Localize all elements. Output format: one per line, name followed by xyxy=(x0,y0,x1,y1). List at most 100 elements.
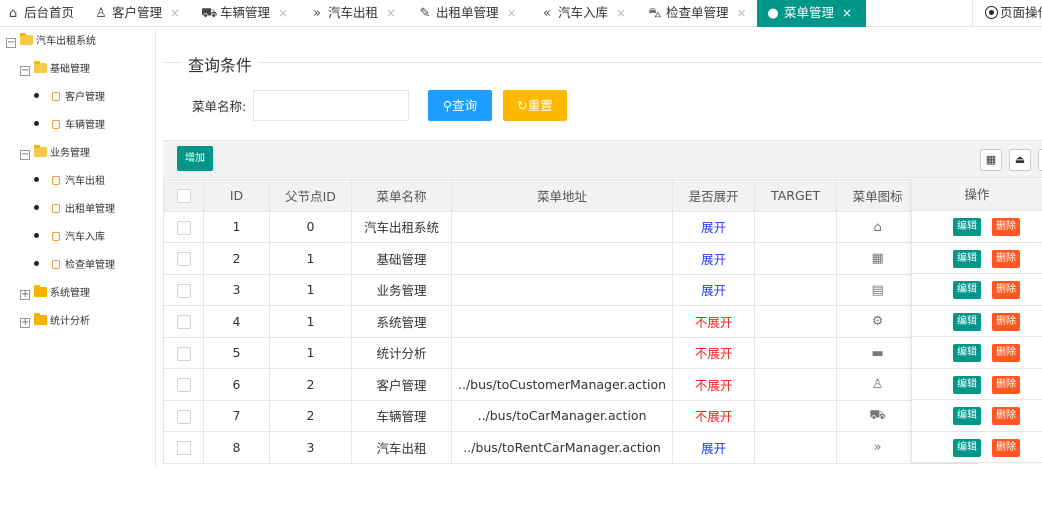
tree-node-root[interactable]: − 汽车出租系统 xyxy=(6,33,96,51)
edit-button[interactable]: 编辑 xyxy=(953,281,981,299)
tab-rent-order[interactable]: ✎ 出租单管理 × xyxy=(414,0,517,27)
checkbox[interactable] xyxy=(176,346,191,361)
tree-leaf-car-in[interactable]: 汽车入库 xyxy=(34,229,105,247)
table-row[interactable]: 31业务管理展开▤▫ xyxy=(163,273,980,306)
checkbox[interactable] xyxy=(176,252,191,266)
edit-button[interactable]: 编辑 xyxy=(953,407,981,425)
close-icon[interactable]: × xyxy=(737,6,747,20)
tab-rent[interactable]: » 汽车出租 × xyxy=(306,0,396,27)
column-header[interactable]: 父节点ID xyxy=(269,179,352,212)
delete-button[interactable]: 删除 xyxy=(992,312,1020,331)
page-ops-button[interactable]: 页面操作 xyxy=(972,0,1042,27)
edit-button[interactable]: 编辑 xyxy=(953,249,981,268)
tree-node-business[interactable]: − 业务管理 xyxy=(20,145,90,163)
expand-toggle-icon[interactable]: + xyxy=(20,290,30,300)
select-cell[interactable] xyxy=(163,399,204,432)
close-icon[interactable]: × xyxy=(278,6,288,20)
select-cell[interactable] xyxy=(163,431,204,464)
table-row[interactable]: 83汽车出租../bus/toRentCarManager.action展开»▫ xyxy=(163,431,980,464)
spread-cell-text: 展开 xyxy=(701,283,727,299)
delete-button[interactable]: 删除 xyxy=(992,281,1020,299)
columns-filter-icon[interactable]: ▦ xyxy=(980,149,1002,171)
table-row[interactable]: 6 2 客户管理 ../bus/toCustomerManager.action 不展开… xyxy=(163,368,980,401)
close-icon[interactable]: × xyxy=(386,6,396,20)
table-row[interactable]: 51统计分析不展开▬▫ xyxy=(163,336,980,369)
table-row[interactable]: 10汽车出租系统展开⌂▫ xyxy=(163,210,980,243)
select-all-cell[interactable] xyxy=(163,179,204,212)
select-cell[interactable] xyxy=(163,210,204,243)
column-header[interactable]: 菜单地址 xyxy=(450,179,674,212)
delete-button[interactable]: 删除 xyxy=(992,407,1020,425)
collapse-toggle-icon[interactable]: − xyxy=(20,66,30,76)
tree-node-basic[interactable]: − 基础管理 xyxy=(20,61,90,79)
spread-cell-text: 展开 xyxy=(701,440,727,456)
tree-node-stats[interactable]: + 统计分析 xyxy=(20,313,90,331)
search-button[interactable]: ⚲查询 xyxy=(428,90,492,121)
close-icon[interactable]: × xyxy=(616,6,626,20)
bullet-icon xyxy=(34,261,39,266)
delete-button[interactable]: 删除 xyxy=(992,344,1020,362)
delete-button[interactable]: 删除 xyxy=(992,375,1020,394)
tree-leaf-car[interactable]: 车辆管理 xyxy=(34,117,105,135)
select-cell[interactable] xyxy=(163,305,204,338)
tab-home[interactable]: ⌂ 后台首页 xyxy=(2,0,74,27)
edit-button[interactable]: 编辑 xyxy=(953,312,981,331)
file-icon xyxy=(52,232,60,241)
checkbox[interactable] xyxy=(176,409,191,424)
delete-button[interactable]: 删除 xyxy=(992,249,1020,268)
tree-leaf-check-order[interactable]: 检查单管理 xyxy=(34,257,115,275)
table-row[interactable]: 72车辆管理../bus/toCarManager.action不展开⛟▫ xyxy=(163,399,980,432)
collapse-toggle-icon[interactable]: − xyxy=(20,150,30,160)
delete-button[interactable]: 删除 xyxy=(992,438,1020,457)
edit-button[interactable]: 编辑 xyxy=(953,218,981,236)
column-header[interactable]: 菜单图标 xyxy=(836,179,920,212)
checkbox[interactable] xyxy=(176,441,191,455)
tree-leaf-rent[interactable]: 汽车出租 xyxy=(34,173,105,191)
expand-toggle-icon[interactable]: + xyxy=(20,318,30,328)
close-icon[interactable]: × xyxy=(170,6,180,20)
column-header[interactable]: 是否展开 xyxy=(672,179,756,212)
edit-button[interactable]: 编辑 xyxy=(953,344,981,362)
circle-icon: ● xyxy=(767,6,779,21)
collapse-toggle-icon[interactable]: − xyxy=(6,38,16,48)
edit-button[interactable]: 编辑 xyxy=(953,438,981,457)
checkbox[interactable] xyxy=(176,220,191,235)
export-icon[interactable] xyxy=(1038,149,1042,171)
delete-button[interactable]: 删除 xyxy=(992,218,1020,236)
close-icon[interactable]: × xyxy=(507,6,517,20)
table-row[interactable]: 21基础管理展开▦▫ xyxy=(163,242,980,275)
tree-node-system[interactable]: + 系统管理 xyxy=(20,285,90,303)
menu-href-cell-text: ../bus/toRentCarManager.action xyxy=(463,439,661,455)
column-header[interactable]: ID xyxy=(203,179,270,212)
reset-button[interactable]: ↻重置 xyxy=(503,90,567,121)
tree-leaf-customer[interactable]: 客户管理 xyxy=(34,89,105,107)
close-icon[interactable]: × xyxy=(842,6,852,20)
add-button[interactable]: 增加 xyxy=(177,146,213,171)
tab-car-in[interactable]: « 汽车入库 × xyxy=(536,0,626,27)
select-cell[interactable] xyxy=(163,273,204,306)
checkbox[interactable] xyxy=(176,283,191,298)
checkbox[interactable] xyxy=(176,378,191,392)
tab-check-order[interactable]: ⛍ 检查单管理 × xyxy=(644,0,747,27)
checkbox[interactable] xyxy=(176,315,191,329)
parent-id-cell-text: 1 xyxy=(306,282,315,298)
tree-leaf-rent-order[interactable]: 出租单管理 xyxy=(34,201,115,219)
spread-cell: 不展开 xyxy=(672,305,756,338)
table-row[interactable]: 41系统管理不展开⚙▫ xyxy=(163,305,980,338)
car-icon: ⛍ xyxy=(648,6,662,21)
menu-name-cell: 业务管理 xyxy=(351,273,452,306)
checkbox[interactable] xyxy=(176,189,191,203)
tab-label: 后台首页 xyxy=(24,5,75,20)
column-header[interactable]: TARGET xyxy=(754,179,838,212)
page-ops-label: 页面操作 xyxy=(1000,5,1042,20)
select-cell[interactable] xyxy=(163,336,204,369)
select-cell[interactable] xyxy=(163,368,204,401)
print-icon[interactable]: ⏏ xyxy=(1009,149,1031,171)
tab-car[interactable]: ⛟ 车辆管理 × xyxy=(198,0,288,27)
tab-menu[interactable]: ● 菜单管理 × xyxy=(757,0,867,27)
select-cell[interactable] xyxy=(163,242,204,275)
column-header[interactable]: 菜单名称 xyxy=(351,179,452,212)
tab-customer[interactable]: ♙ 客户管理 × xyxy=(90,0,180,27)
edit-button[interactable]: 编辑 xyxy=(953,375,981,394)
menu-name-input[interactable] xyxy=(253,90,409,121)
